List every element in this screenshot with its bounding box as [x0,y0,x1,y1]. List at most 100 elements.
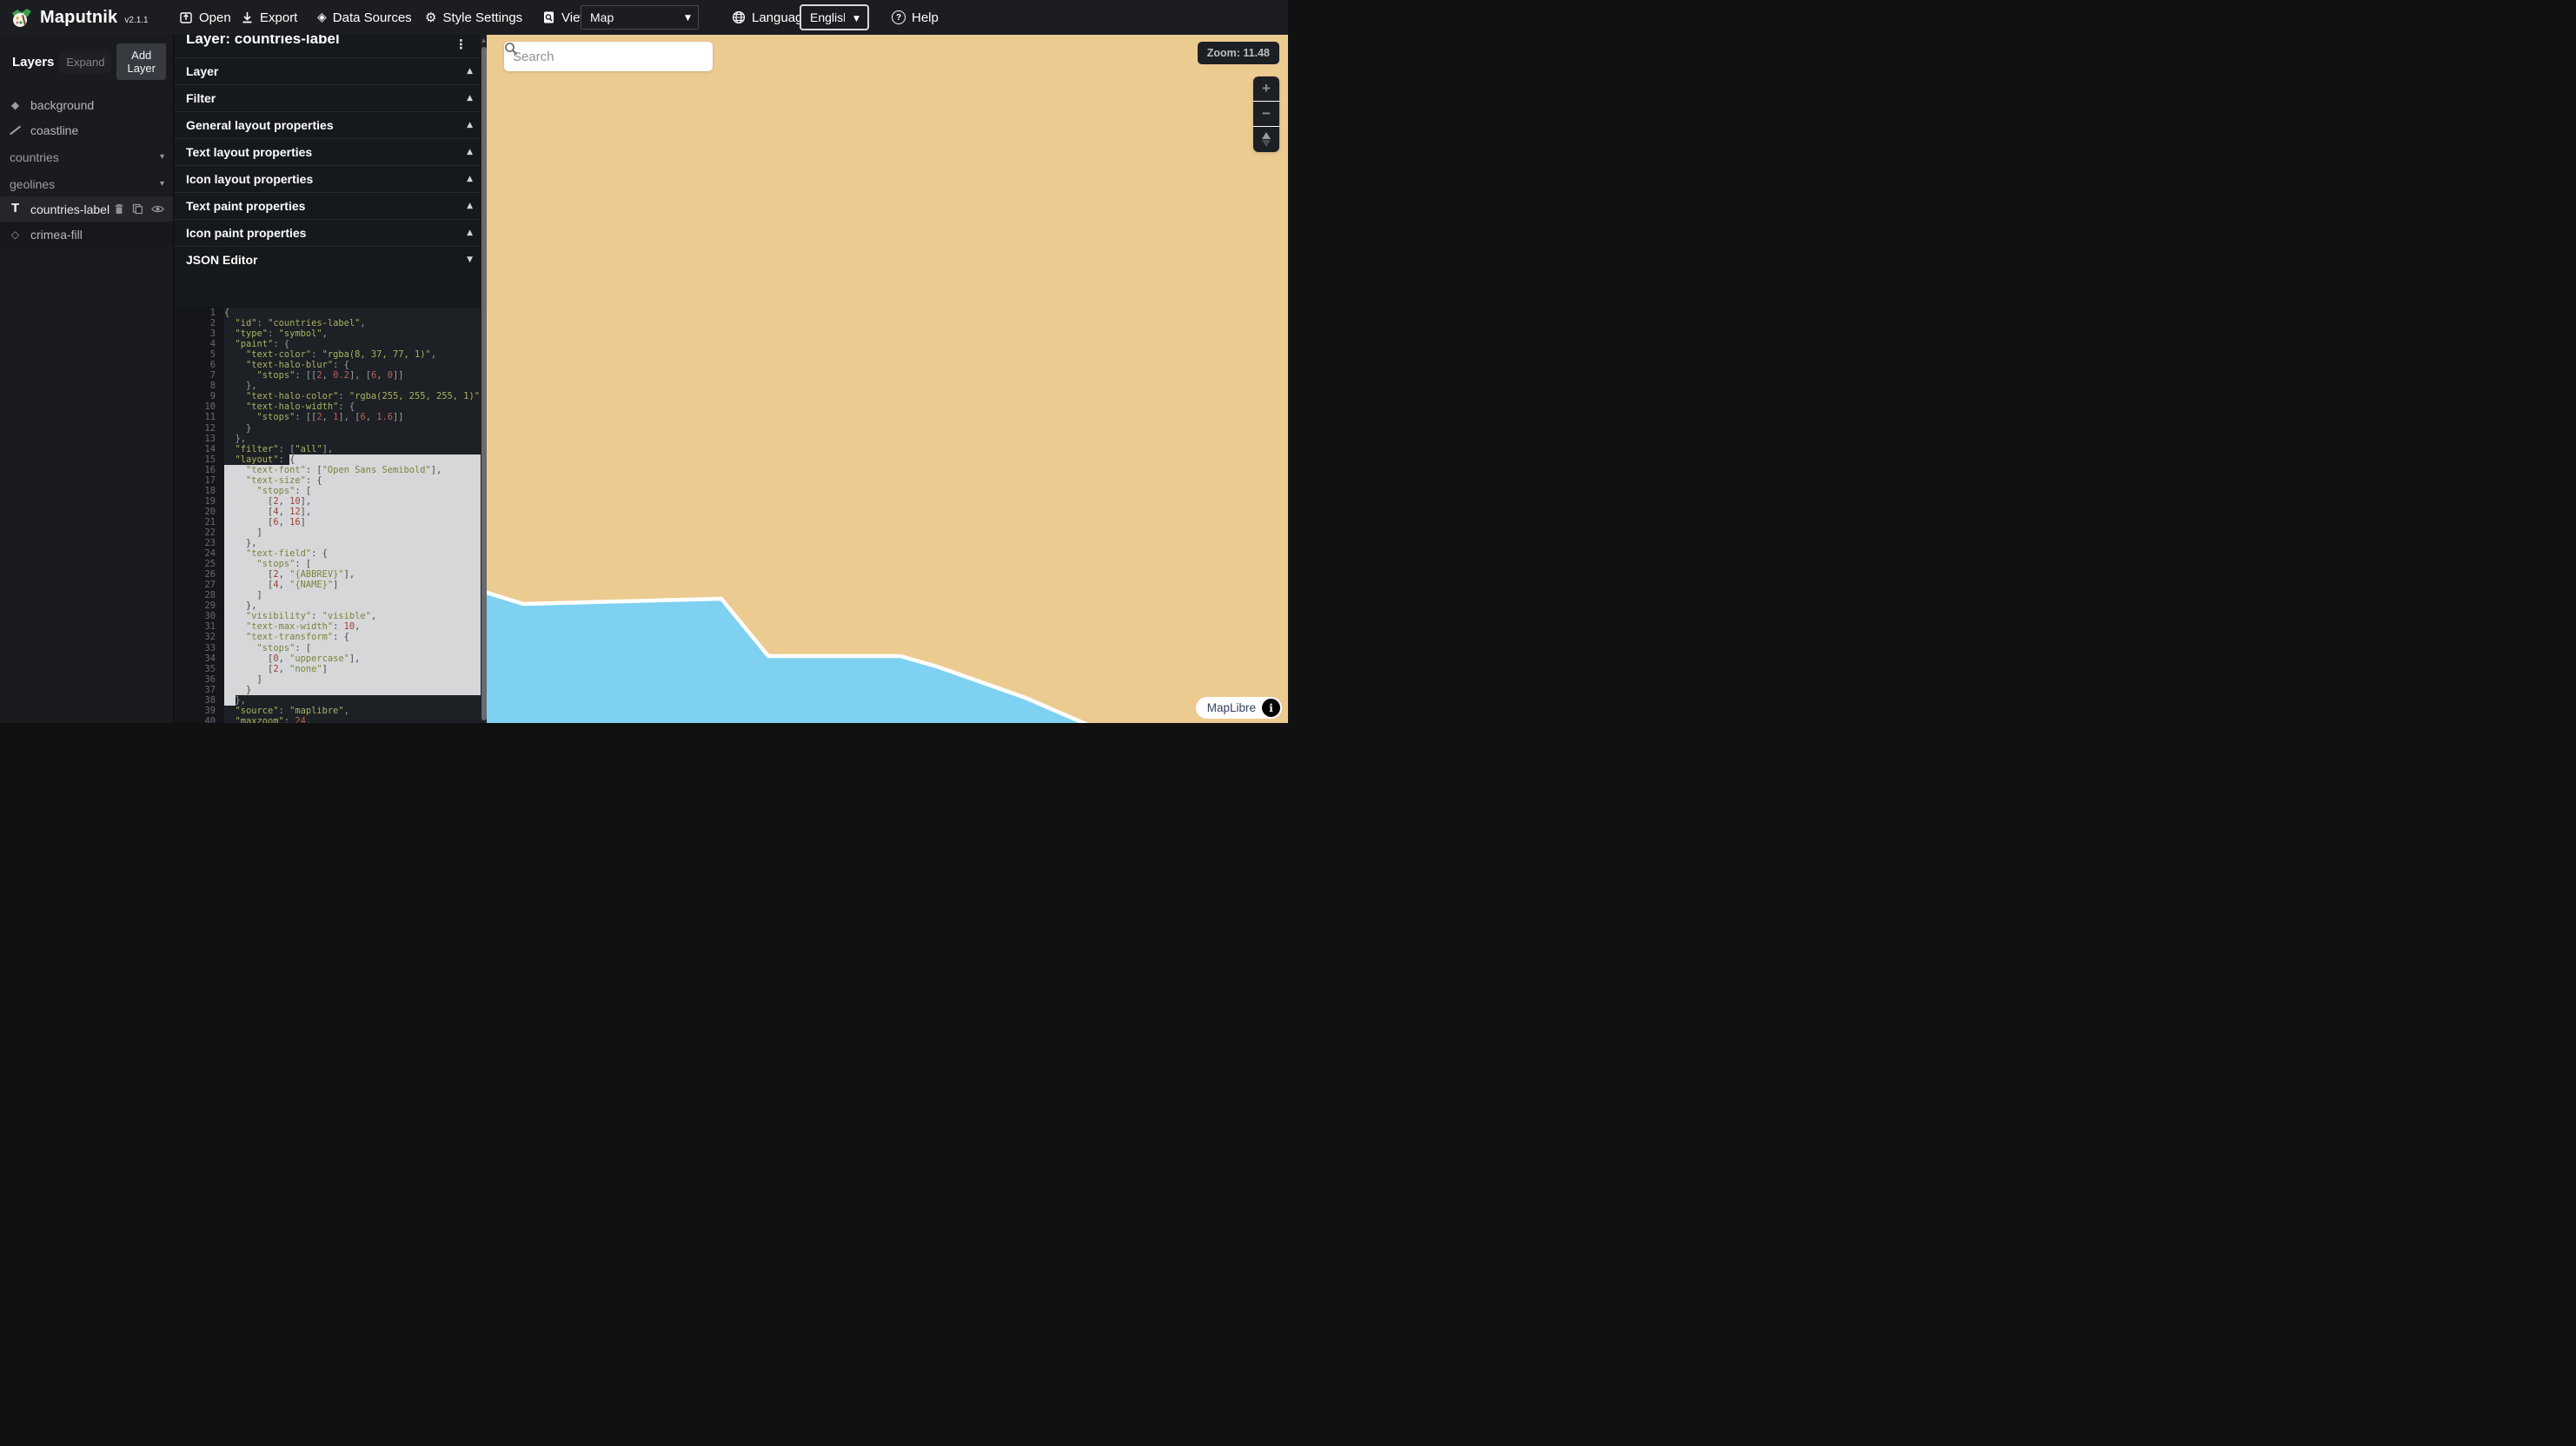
line-number: 34 [174,653,224,664]
json-line: 25 "stops": [ [174,559,481,569]
duplicate-icon[interactable] [132,203,143,215]
style-settings-button[interactable]: ⚙ Style Settings [425,0,522,35]
section-json-editor[interactable]: JSON Editor▼ [174,246,487,273]
json-code: [4, "{NAME}"] [224,580,481,590]
section-text-paint-properties[interactable]: Text paint properties▲ [174,192,487,219]
json-line: 27 [4, "{NAME}"] [174,580,481,590]
json-line: 35 [2, "none"] [174,664,481,674]
scrollbar-thumb[interactable] [481,47,487,720]
json-line: 8 }, [174,381,481,391]
json-code: "text-max-width": 10, [224,621,481,632]
scrollbar-up-arrow[interactable]: ▲ [481,37,487,43]
json-line: 11 "stops": [[2, 1], [6, 1.6]] [174,412,481,422]
json-code: "text-size": { [224,475,481,486]
section-general-layout-properties[interactable]: General layout properties▲ [174,111,487,138]
visibility-icon[interactable] [151,204,164,214]
line-number: 4 [174,339,224,349]
attribution-link[interactable]: MapLibre [1207,701,1256,714]
json-code: "source": "maplibre", [224,706,481,716]
data-sources-button[interactable]: ◈ Data Sources [317,0,412,35]
add-layer-button[interactable]: Add Layer [116,43,166,80]
map-canvas[interactable]: Zoom: 11.48 + − MapLibre i [487,35,1288,723]
json-code: ] [224,674,481,685]
line-number: 17 [174,475,224,486]
layer-label: crimea-fill [30,228,83,242]
json-code: "paint": { [224,339,481,349]
kebab-menu-icon[interactable]: ⋮ [455,36,468,52]
section-layer[interactable]: Layer▲ [174,57,487,84]
json-code: "stops": [[2, 0.2], [6, 0]] [224,370,481,381]
line-number: 18 [174,486,224,496]
help-button[interactable]: ? Help [892,0,939,35]
json-line: 3 "type": "symbol", [174,328,481,339]
section-text-layout-properties[interactable]: Text layout properties▲ [174,138,487,165]
layer-group-geolines[interactable]: geolines▾ [0,171,173,196]
json-code: [0, "uppercase"], [224,653,481,664]
expand-button[interactable]: Expand [59,51,111,73]
line-number: 40 [174,716,224,723]
layer-list: ◆backgroundcoastlinecountries▾geolines▾T… [0,92,173,247]
delete-icon[interactable] [114,203,124,215]
open-button[interactable]: Open [179,0,231,35]
info-icon[interactable]: i [1262,699,1280,717]
layer-group-countries[interactable]: countries▾ [0,144,173,169]
json-code: "text-halo-width": { [224,401,481,412]
layer-item-background[interactable]: ◆background [0,92,173,117]
fill-layer-icon: ◆ [8,99,23,111]
section-label: Text paint properties [186,199,467,213]
json-line: 7 "stops": [[2, 0.2], [6, 0]] [174,370,481,381]
layer-editor-panel: Layer: countries-label ⋮ Layer▲Filter▲Ge… [173,35,487,723]
line-number: 3 [174,328,224,339]
line-number: 26 [174,569,224,580]
json-line: 12 } [174,423,481,434]
expand-arrow-icon: ▲ [467,121,473,129]
export-button[interactable]: Export [241,0,297,35]
json-line: 39 "source": "maplibre", [174,706,481,716]
line-number: 13 [174,434,224,444]
zoom-in-button[interactable]: + [1253,76,1279,102]
json-code: }, [224,600,481,611]
json-line: 1{ [174,308,481,318]
line-number: 16 [174,465,224,475]
layer-item-coastline[interactable]: coastline [0,117,173,143]
chevron-down-icon[interactable]: ▾ [160,179,164,189]
json-line: 31 "text-max-width": 10, [174,621,481,632]
section-label: General layout properties [186,118,467,132]
json-line: 15 "layout": { [174,454,481,465]
line-number: 30 [174,611,224,621]
section-icon-paint-properties[interactable]: Icon paint properties▲ [174,219,487,246]
json-line: 10 "text-halo-width": { [174,401,481,412]
json-code: "stops": [ [224,486,481,496]
language-select[interactable]: English [800,4,869,30]
json-code: "visibility": "visible", [224,611,481,621]
symbol-layer-icon: T [8,202,23,216]
section-icon-layout-properties[interactable]: Icon layout properties▲ [174,165,487,192]
chevron-down-icon[interactable]: ▾ [160,152,164,162]
json-line: 23 }, [174,538,481,548]
layer-item-crimea-fill[interactable]: ◇crimea-fill [0,222,173,247]
json-line: 2 "id": "countries-label", [174,318,481,328]
section-filter[interactable]: Filter▲ [174,84,487,111]
compass-button[interactable] [1253,127,1279,152]
zoom-out-button[interactable]: − [1253,102,1279,127]
language-button[interactable]: Language [732,0,810,35]
json-line: 16 "text-font": ["Open Sans Semibold"], [174,465,481,475]
json-code: "text-field": { [224,548,481,559]
view-icon [542,10,555,24]
json-code: "type": "symbol", [224,328,481,339]
json-line: 36 ] [174,674,481,685]
maputnik-logo-icon [10,6,33,29]
json-editor[interactable]: 1{2 "id": "countries-label",3 "type": "s… [174,308,481,723]
style-settings-label: Style Settings [442,10,522,25]
json-code: "stops": [ [224,559,481,569]
json-code: { [224,308,481,318]
line-number: 7 [174,370,224,381]
json-code: [2, "none"] [224,664,481,674]
layers-sidebar: Layers Expand Add Layer ◆backgroundcoast… [0,35,173,723]
layer-item-countries-label[interactable]: Tcountries-label [0,196,173,222]
line-number: 39 [174,706,224,716]
map-search-box [504,42,713,71]
expand-arrow-icon: ▲ [467,202,473,210]
search-input[interactable] [513,50,704,64]
view-select[interactable]: Map [581,5,699,30]
